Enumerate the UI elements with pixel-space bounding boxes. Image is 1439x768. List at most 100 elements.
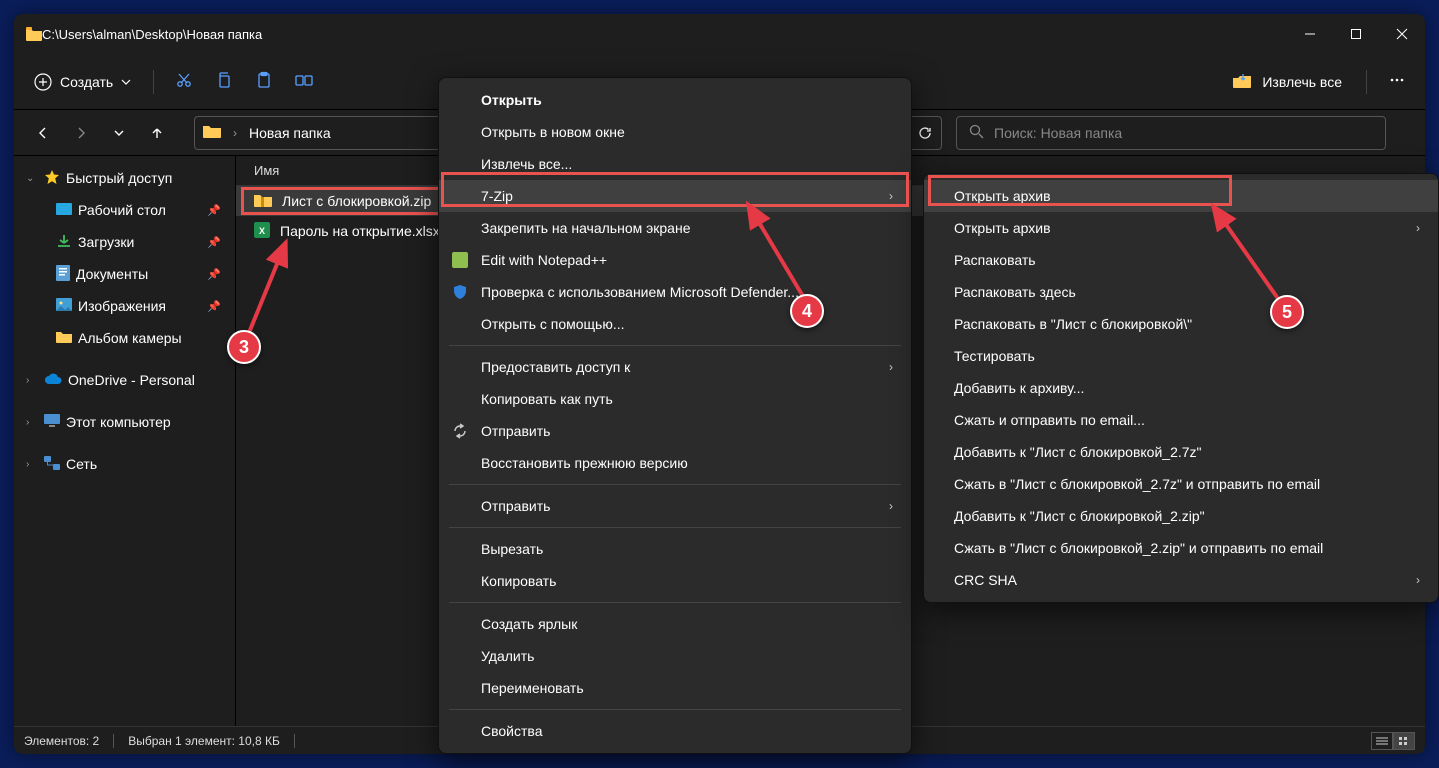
maximize-button[interactable] bbox=[1333, 14, 1379, 54]
breadcrumb-segment[interactable]: Новая папка bbox=[249, 125, 331, 141]
ctx-open-with[interactable]: Открыть с помощью... bbox=[439, 308, 911, 340]
ctx-restore[interactable]: Восстановить прежнюю версию bbox=[439, 447, 911, 479]
chevron-right-icon: › bbox=[1416, 221, 1420, 235]
shield-icon bbox=[451, 283, 469, 301]
sub-open-archive-2[interactable]: Открыть архив › bbox=[924, 212, 1438, 244]
sidebar-label: Альбом камеры bbox=[78, 330, 182, 346]
chevron-right-icon: › bbox=[1416, 573, 1420, 587]
sub-compress-7z-email[interactable]: Сжать в "Лист с блокировкой_2.7z" и отпр… bbox=[924, 468, 1438, 500]
chevron-right-icon: › bbox=[26, 417, 38, 428]
sub-unpack-to[interactable]: Распаковать в "Лист с блокировкой\" bbox=[924, 308, 1438, 340]
ctx-pin-start[interactable]: Закрепить на начальном экране bbox=[439, 212, 911, 244]
paste-button[interactable] bbox=[244, 64, 284, 100]
view-buttons bbox=[1371, 732, 1415, 750]
sub-compress-email[interactable]: Сжать и отправить по email... bbox=[924, 404, 1438, 436]
ctx-give-access[interactable]: Предоставить доступ к› bbox=[439, 351, 911, 383]
selection-info: Выбран 1 элемент: 10,8 КБ bbox=[128, 734, 280, 748]
ctx-label: Edit with Notepad++ bbox=[481, 252, 607, 268]
rename-button[interactable] bbox=[284, 64, 324, 100]
copy-button[interactable] bbox=[204, 64, 244, 100]
ctx-send-to[interactable]: Отправить bbox=[439, 415, 911, 447]
ctx-label: Открыть архив bbox=[954, 188, 1051, 204]
more-button[interactable] bbox=[1377, 64, 1417, 100]
ctx-label: Распаковать bbox=[954, 252, 1036, 268]
pin-icon: 📌 bbox=[207, 204, 221, 217]
cut-button[interactable] bbox=[164, 64, 204, 100]
separator bbox=[294, 734, 295, 748]
submenu-7zip: Открыть архив Открыть архив › Распаковать… bbox=[923, 173, 1439, 603]
separator bbox=[449, 602, 901, 603]
sidebar-onedrive[interactable]: › OneDrive - Personal bbox=[14, 364, 235, 396]
sidebar-documents[interactable]: Документы 📌 bbox=[14, 258, 235, 290]
ctx-label: Удалить bbox=[481, 648, 534, 664]
ctx-open-new-window[interactable]: Открыть в новом окне bbox=[439, 116, 911, 148]
sub-crc-sha[interactable]: CRC SHA› bbox=[924, 564, 1438, 596]
sidebar-quick-access[interactable]: ⌄ Быстрый доступ bbox=[14, 162, 235, 194]
chevron-down-icon: ⌄ bbox=[26, 173, 38, 184]
extract-all-button[interactable]: Извлечь все bbox=[1218, 64, 1356, 100]
search-placeholder: Поиск: Новая папка bbox=[994, 125, 1122, 141]
ctx-label: Добавить к "Лист с блокировкой_2.7z" bbox=[954, 444, 1202, 460]
sidebar: ⌄ Быстрый доступ Рабочий стол 📌 Загрузки… bbox=[14, 156, 236, 726]
separator bbox=[449, 345, 901, 346]
download-icon bbox=[56, 234, 72, 251]
sub-unpack-here[interactable]: Распаковать здесь bbox=[924, 276, 1438, 308]
ctx-delete[interactable]: Удалить bbox=[439, 640, 911, 672]
sub-add-7z[interactable]: Добавить к "Лист с блокировкой_2.7z" bbox=[924, 436, 1438, 468]
sub-open-archive[interactable]: Открыть архив bbox=[924, 180, 1438, 212]
sub-add-archive[interactable]: Добавить к архиву... bbox=[924, 372, 1438, 404]
titlebar: C:\Users\alman\Desktop\Новая папка bbox=[14, 14, 1425, 54]
close-button[interactable] bbox=[1379, 14, 1425, 54]
recent-button[interactable] bbox=[102, 116, 136, 150]
xlsx-icon: X bbox=[254, 222, 270, 241]
separator bbox=[153, 70, 154, 94]
sub-unpack[interactable]: Распаковать bbox=[924, 244, 1438, 276]
ctx-label: Отправить bbox=[481, 423, 550, 439]
search-input[interactable]: Поиск: Новая папка bbox=[956, 116, 1386, 150]
ctx-copy-as-path[interactable]: Копировать как путь bbox=[439, 383, 911, 415]
chevron-right-icon: › bbox=[26, 459, 38, 470]
sidebar-label: Изображения bbox=[78, 298, 166, 314]
sub-add-zip[interactable]: Добавить к "Лист с блокировкой_2.zip" bbox=[924, 500, 1438, 532]
ctx-7zip[interactable]: 7-Zip› bbox=[439, 180, 911, 212]
create-new-button[interactable]: Создать bbox=[22, 64, 143, 100]
ctx-properties[interactable]: Свойства bbox=[439, 715, 911, 747]
sidebar-desktop[interactable]: Рабочий стол 📌 bbox=[14, 194, 235, 226]
minimize-button[interactable] bbox=[1287, 14, 1333, 54]
ctx-extract-all[interactable]: Извлечь все... bbox=[439, 148, 911, 180]
sidebar-this-pc[interactable]: › Этот компьютер bbox=[14, 406, 235, 438]
ctx-label: Предоставить доступ к bbox=[481, 359, 630, 375]
sidebar-downloads[interactable]: Загрузки 📌 bbox=[14, 226, 235, 258]
sub-test[interactable]: Тестировать bbox=[924, 340, 1438, 372]
ctx-label: Свойства bbox=[481, 723, 542, 739]
sub-compress-zip-email[interactable]: Сжать в "Лист с блокировкой_2.zip" и отп… bbox=[924, 532, 1438, 564]
window-controls bbox=[1287, 14, 1425, 54]
ctx-label: Добавить к "Лист с блокировкой_2.zip" bbox=[954, 508, 1205, 524]
ctx-cut[interactable]: Вырезать bbox=[439, 533, 911, 565]
ctx-label: Распаковать в "Лист с блокировкой\" bbox=[954, 316, 1192, 332]
share-icon bbox=[451, 422, 469, 440]
folder-icon bbox=[203, 124, 221, 141]
ctx-label: 7-Zip bbox=[481, 188, 513, 204]
back-button[interactable] bbox=[26, 116, 60, 150]
ctx-open[interactable]: Открыть bbox=[439, 84, 911, 116]
ctx-rename[interactable]: Переименовать bbox=[439, 672, 911, 704]
annotation-badge: 5 bbox=[1270, 295, 1304, 329]
ctx-label: Открыть архив bbox=[954, 220, 1051, 236]
details-view-button[interactable] bbox=[1371, 732, 1393, 750]
sidebar-network[interactable]: › Сеть bbox=[14, 448, 235, 480]
forward-button[interactable] bbox=[64, 116, 98, 150]
chevron-right-icon: › bbox=[26, 375, 38, 386]
ctx-edit-npp[interactable]: Edit with Notepad++ bbox=[439, 244, 911, 276]
sidebar-camera-roll[interactable]: Альбом камеры bbox=[14, 322, 235, 354]
up-button[interactable] bbox=[140, 116, 174, 150]
ctx-label: Закрепить на начальном экране bbox=[481, 220, 691, 236]
sidebar-pictures[interactable]: Изображения 📌 bbox=[14, 290, 235, 322]
icons-view-button[interactable] bbox=[1393, 732, 1415, 750]
ctx-create-shortcut[interactable]: Создать ярлык bbox=[439, 608, 911, 640]
refresh-button[interactable] bbox=[908, 116, 942, 150]
ctx-defender[interactable]: Проверка с использованием Microsoft Defe… bbox=[439, 276, 911, 308]
ctx-label: Добавить к архиву... bbox=[954, 380, 1084, 396]
ctx-send-to-2[interactable]: Отправить› bbox=[439, 490, 911, 522]
ctx-copy[interactable]: Копировать bbox=[439, 565, 911, 597]
